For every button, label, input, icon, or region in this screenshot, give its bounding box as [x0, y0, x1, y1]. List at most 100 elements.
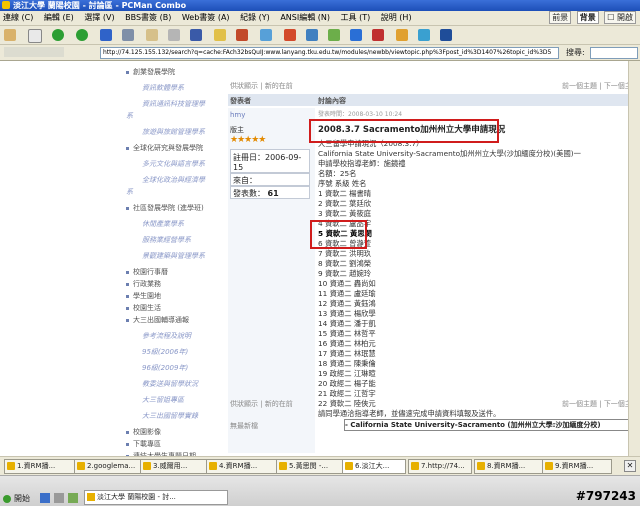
url-input[interactable]: http://74.125.155.132/search?q=cache:FAc… [100, 47, 559, 59]
search-input[interactable] [590, 47, 638, 59]
site-navigation: 創業發展學院 資訊軟體學系 資訊通訊科技管理學 系 旅遊與旅館管理學系 全球化研… [118, 61, 218, 460]
nav-item[interactable]: 下載專區 [126, 439, 161, 449]
topic-jump-select[interactable]: - California State University-Sacramento… [344, 419, 630, 431]
menu-connection[interactable]: 連線 (C) [3, 13, 33, 22]
nav-subitem[interactable]: 資訊通訊科技管理學 [142, 99, 205, 109]
quicklaunch-desktop-icon[interactable] [54, 493, 64, 503]
quicklaunch-media-icon[interactable] [68, 493, 78, 503]
nav-item[interactable]: 校園生活 [126, 303, 161, 313]
bookmark-icon[interactable] [190, 29, 202, 41]
menu-web-bookmarks[interactable]: Web書簽 (A) [182, 13, 230, 22]
flat-view-link[interactable]: 供狀顯示 [230, 82, 258, 90]
tab-icon [477, 462, 485, 470]
tab-4[interactable]: 4.資RM播... [206, 459, 282, 474]
nav-item[interactable]: 全球化研究與發展學院 [126, 143, 203, 153]
tab-3[interactable]: 3.威爾用... [140, 459, 210, 474]
nav-subitem[interactable]: 多元文化與語言學系 [142, 159, 205, 169]
register-date-box: 註冊日：2006-09-15 [230, 149, 310, 173]
tab-icon [279, 462, 287, 470]
paste-icon[interactable] [168, 29, 180, 41]
body-line: 9 資軟二 趙婉玲 [318, 269, 372, 278]
quicklaunch-ie-icon[interactable] [40, 493, 50, 503]
lock-icon[interactable] [372, 29, 384, 41]
nav-subitem[interactable]: 全球化政治與經濟學 [142, 175, 205, 185]
menu-help[interactable]: 說明 (H) [381, 13, 412, 22]
home-icon[interactable] [236, 29, 248, 41]
tab-5[interactable]: 5.黃思閔 -... [276, 459, 346, 474]
nav-subitem[interactable]: 95級(2006年) [142, 347, 188, 357]
stop-icon[interactable] [122, 29, 134, 41]
close-tab-icon[interactable]: ✕ [624, 460, 636, 472]
menu-ansi-edit[interactable]: ANSI編輯 (N) [280, 13, 330, 22]
foreground-button[interactable]: 前景 [549, 11, 572, 24]
nav-subitem[interactable]: 資訊軟體學系 [142, 83, 184, 93]
folder-icon[interactable] [214, 29, 226, 41]
nav-subitem[interactable]: 休閒產業學系 [142, 219, 184, 229]
nav-item[interactable]: 校園行事曆 [126, 267, 168, 277]
ie-icon[interactable] [350, 29, 362, 41]
newest-first-link-bottom[interactable]: 新的在前 [265, 400, 293, 408]
prev-topic-link[interactable]: 前一個主題 [562, 82, 597, 90]
start-icon [3, 495, 11, 503]
nav-subitem[interactable]: 系 [126, 187, 133, 197]
flag-icon[interactable] [284, 29, 296, 41]
nav-item[interactable]: 社區發展學院 (進學班) [126, 203, 204, 213]
refresh-icon[interactable] [100, 29, 112, 41]
nav-subitem[interactable]: 景觀建築與管理學系 [142, 251, 205, 261]
emoticon-icon[interactable] [306, 29, 318, 41]
tab-9[interactable]: 9.資RM播... [542, 459, 612, 474]
menu-edit[interactable]: 編輯 (E) [44, 13, 74, 22]
forward-arrow-icon[interactable] [76, 29, 88, 41]
start-button[interactable]: 開始 [2, 492, 30, 505]
author-name-link[interactable]: hmy [230, 111, 245, 119]
nav-subitem[interactable]: 旅遊與旅館管理學系 [142, 127, 205, 137]
settings-icon[interactable] [260, 29, 272, 41]
body-line: 21 政經二 江哲宇 [318, 389, 376, 398]
body-line: 18 資通二 陳秉倫 [318, 359, 376, 368]
tab-2[interactable]: 2.googlema... [74, 459, 146, 474]
nav-item[interactable]: 校園影像 [126, 427, 161, 437]
back-arrow-icon[interactable] [52, 29, 64, 41]
newest-first-link[interactable]: 新的在前 [265, 82, 293, 90]
menu-history[interactable]: 紀錄 (Y) [240, 13, 270, 22]
tab-1[interactable]: 1.資RM播... [4, 459, 78, 474]
body-line: California State University-Sacramento加州… [318, 149, 581, 158]
body-line: 3 資軟二 黃筱庭 [318, 209, 372, 218]
tab-7[interactable]: 7.http://74... [408, 459, 472, 474]
chat-icon[interactable] [418, 29, 430, 41]
nav-subitem[interactable]: 參考流程及說明 [142, 331, 191, 341]
nav-subitem[interactable]: 大三出國留學實錄 [142, 411, 198, 421]
nav-subitem[interactable]: 服務業經營學系 [142, 235, 191, 245]
keyboard-icon[interactable] [396, 29, 408, 41]
nav-item[interactable]: 行政業務 [126, 279, 161, 289]
open-checkbox[interactable]: ☐ 開啟 [604, 11, 636, 24]
menu-view[interactable]: 選擇 (V) [84, 13, 114, 22]
posts-label: 發表數： [233, 189, 265, 198]
nav-subitem[interactable]: 系 [126, 111, 133, 121]
title-bar: 淡江大學 蘭陽校園 - 討論區 - PCMan Combo [0, 0, 640, 11]
nav-item[interactable]: 學生園地 [126, 291, 161, 301]
copy-icon[interactable] [146, 29, 158, 41]
nav-item[interactable]: 大三出國輔導通報 [126, 315, 189, 325]
body-line: 1 資軟二 楊書晴 [318, 189, 372, 198]
address-bar: http://74.125.155.132/search?q=cache:FAc… [0, 45, 640, 61]
prev-topic-link-bottom[interactable]: 前一個主題 [562, 400, 597, 408]
tools-icon[interactable] [328, 29, 340, 41]
background-button[interactable]: 背景 [576, 11, 599, 24]
flat-view-link-bottom[interactable]: 供狀顯示 [230, 400, 258, 408]
connect-icon[interactable] [4, 29, 16, 41]
vertical-scrollbar[interactable] [628, 61, 640, 456]
tab-6[interactable]: 6.淡江大... [342, 459, 406, 474]
new-document-icon[interactable] [28, 29, 42, 43]
tab-8[interactable]: 8.資RM播... [474, 459, 544, 474]
menu-bbs-bookmarks[interactable]: BBS書簽 (B) [125, 13, 171, 22]
taskbar-window-button[interactable]: 淡江大學 蘭陽校園 - 討... [84, 490, 228, 505]
nav-subitem[interactable]: 96級(2009年) [142, 363, 188, 373]
tab-bar: 1.資RM播... 2.googlema... 3.威爾用... 4.資RM播.… [0, 456, 640, 475]
nav-subitem[interactable]: 大三留姐專區 [142, 395, 184, 405]
body-line: 8 資軟二 劉鴻榮 [318, 259, 372, 268]
nav-item[interactable]: 創業發展學院 [126, 67, 175, 77]
nav-subitem[interactable]: 教委送與留學狀況 [142, 379, 198, 389]
wiki-icon[interactable] [440, 29, 452, 41]
menu-tools[interactable]: 工具 (T) [341, 13, 371, 22]
